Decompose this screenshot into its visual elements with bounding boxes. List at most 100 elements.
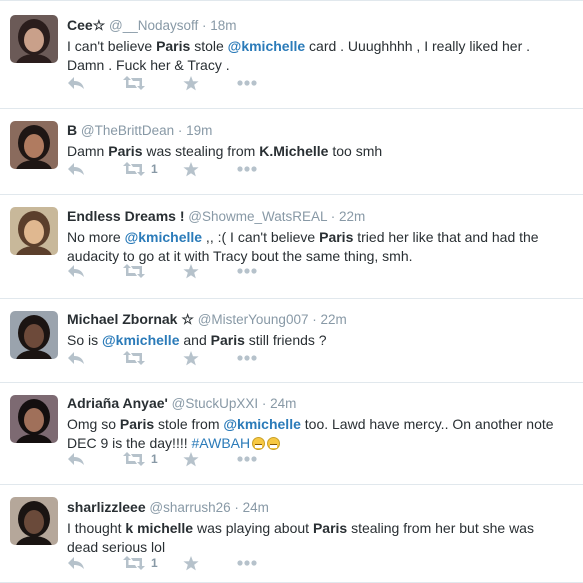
more-button[interactable] — [237, 160, 257, 178]
reply-button[interactable] — [67, 160, 85, 178]
timestamp[interactable]: 22m — [339, 209, 365, 224]
username[interactable]: @__Nodaysoff — [109, 18, 198, 33]
mention-link[interactable]: @kmichelle — [125, 229, 202, 245]
tweet-content: Adriaña Anyae' @StuckUpXXI · 24m Omg so P… — [67, 394, 575, 452]
avatar[interactable] — [10, 497, 58, 545]
avatar[interactable] — [10, 395, 58, 443]
timestamp[interactable]: 24m — [270, 396, 296, 411]
highlighted-term: Paris — [312, 520, 348, 536]
reply-button[interactable] — [67, 450, 85, 468]
text-segment: I can't believe — [67, 38, 157, 54]
username[interactable]: @TheBrittDean — [81, 123, 174, 138]
tweet-content: B @TheBrittDean · 19m Damn Paris was stea… — [67, 121, 575, 161]
separator-dot: · — [230, 500, 243, 515]
favorite-button[interactable] — [183, 349, 199, 367]
tweet[interactable]: sharlizzleee @sharrush26 · 24m I thought … — [0, 485, 583, 583]
timestamp[interactable]: 19m — [186, 123, 212, 138]
text-segment: was playing about — [193, 520, 313, 536]
star-icon — [183, 263, 199, 279]
grin-emoji-icon — [267, 436, 281, 450]
reply-button[interactable] — [67, 74, 85, 92]
tweet-text: No more @kmichelle ,, :( I can't believe… — [67, 228, 575, 265]
more-button[interactable] — [237, 450, 257, 468]
favorite-button[interactable] — [183, 160, 199, 178]
fullname[interactable]: Adriaña Anyae' — [67, 395, 168, 411]
reply-icon — [67, 452, 85, 466]
timestamp[interactable]: 18m — [210, 18, 236, 33]
username[interactable]: @MisterYoung007 — [198, 312, 309, 327]
tweet-content: Cee☆ @__Nodaysoff · 18m I can't believe P… — [67, 16, 575, 74]
retweet-button[interactable]: 1 — [123, 160, 158, 178]
tweet[interactable]: Cee☆ @__Nodaysoff · 18m I can't believe P… — [0, 1, 583, 109]
retweet-count: 1 — [151, 556, 158, 570]
star-icon — [183, 350, 199, 366]
favorite-button[interactable] — [183, 554, 199, 572]
retweet-icon — [123, 264, 145, 278]
reply-icon — [67, 264, 85, 278]
tweet-text: I can't believe Paris stole @kmichelle c… — [67, 37, 575, 74]
retweet-button[interactable] — [123, 262, 151, 280]
more-button[interactable] — [237, 349, 257, 367]
favorite-button[interactable] — [183, 450, 199, 468]
tweet-text-line: No more @kmichelle ,, :( I can't believe… — [67, 228, 575, 247]
favorite-button[interactable] — [183, 74, 199, 92]
fullname[interactable]: sharlizzleee — [67, 499, 146, 515]
username[interactable]: @Showme_WatsREAL — [188, 209, 327, 224]
more-button[interactable] — [237, 554, 257, 572]
retweet-button[interactable] — [123, 74, 151, 92]
fullname[interactable]: Endless Dreams ! — [67, 208, 185, 224]
fullname[interactable]: B — [67, 122, 77, 138]
retweet-icon — [123, 351, 145, 365]
tweet-text-line: So is @kmichelle and Paris still friends… — [67, 331, 575, 350]
text-segment: and — [179, 332, 211, 348]
hashtag-link[interactable]: #AWBAH — [192, 435, 251, 451]
star-icon — [183, 451, 199, 467]
retweet-button[interactable]: 1 — [123, 554, 158, 572]
reply-button[interactable] — [67, 554, 85, 572]
avatar[interactable] — [10, 207, 58, 255]
tweet[interactable]: Michael Zbornak ☆ @MisterYoung007 · 22m S… — [0, 299, 583, 383]
tweet[interactable]: Adriaña Anyae' @StuckUpXXI · 24m Omg so P… — [0, 383, 583, 485]
favorite-button[interactable] — [183, 262, 199, 280]
username[interactable]: @sharrush26 — [149, 500, 230, 515]
avatar[interactable] — [10, 15, 58, 63]
timestamp[interactable]: 22m — [320, 312, 346, 327]
separator-dot: · — [308, 312, 321, 327]
text-segment: too. Lawd have mercy.. On another note — [300, 416, 554, 432]
highlighted-term: Paris — [108, 143, 143, 159]
tweet-header: Cee☆ @__Nodaysoff · 18m — [67, 16, 575, 35]
tweet-text-line: Damn Paris was stealing from K.Michelle … — [67, 142, 575, 161]
timestamp[interactable]: 24m — [243, 500, 269, 515]
more-button[interactable] — [237, 262, 257, 280]
star-icon — [183, 75, 199, 91]
reply-icon — [67, 556, 85, 570]
text-segment: stealing from her but she was — [347, 520, 534, 536]
tweet-text-line: Damn . Fuck her & Tracy . — [67, 56, 575, 75]
text-segment: Damn — [67, 143, 109, 159]
retweet-button[interactable] — [123, 349, 151, 367]
tweet-content: Michael Zbornak ☆ @MisterYoung007 · 22m S… — [67, 310, 575, 350]
tweet-header: sharlizzleee @sharrush26 · 24m — [67, 498, 575, 517]
highlighted-term: Paris — [319, 229, 354, 245]
avatar[interactable] — [10, 121, 58, 169]
fullname[interactable]: Cee☆ — [67, 17, 105, 33]
separator-dot: · — [174, 123, 187, 138]
tweet[interactable]: B @TheBrittDean · 19m Damn Paris was stea… — [0, 109, 583, 195]
reply-button[interactable] — [67, 349, 85, 367]
reply-icon — [67, 162, 85, 176]
mention-link[interactable]: @kmichelle — [102, 332, 179, 348]
reply-button[interactable] — [67, 262, 85, 280]
mention-link[interactable]: @kmichelle — [223, 416, 300, 432]
more-icon — [237, 80, 257, 86]
highlighted-term: Paris — [210, 332, 245, 348]
text-segment: dead serious lol — [67, 538, 166, 555]
retweet-button[interactable]: 1 — [123, 450, 158, 468]
avatar[interactable] — [10, 311, 58, 359]
more-button[interactable] — [237, 74, 257, 92]
mention-link[interactable]: @kmichelle — [228, 38, 305, 54]
fullname[interactable]: Michael Zbornak ☆ — [67, 311, 194, 327]
grin-emoji-icon — [252, 436, 266, 450]
username[interactable]: @StuckUpXXI — [172, 396, 258, 411]
tweet[interactable]: Endless Dreams ! @Showme_WatsREAL · 22m N… — [0, 195, 583, 299]
text-segment: tried her like that and had the — [353, 229, 539, 245]
